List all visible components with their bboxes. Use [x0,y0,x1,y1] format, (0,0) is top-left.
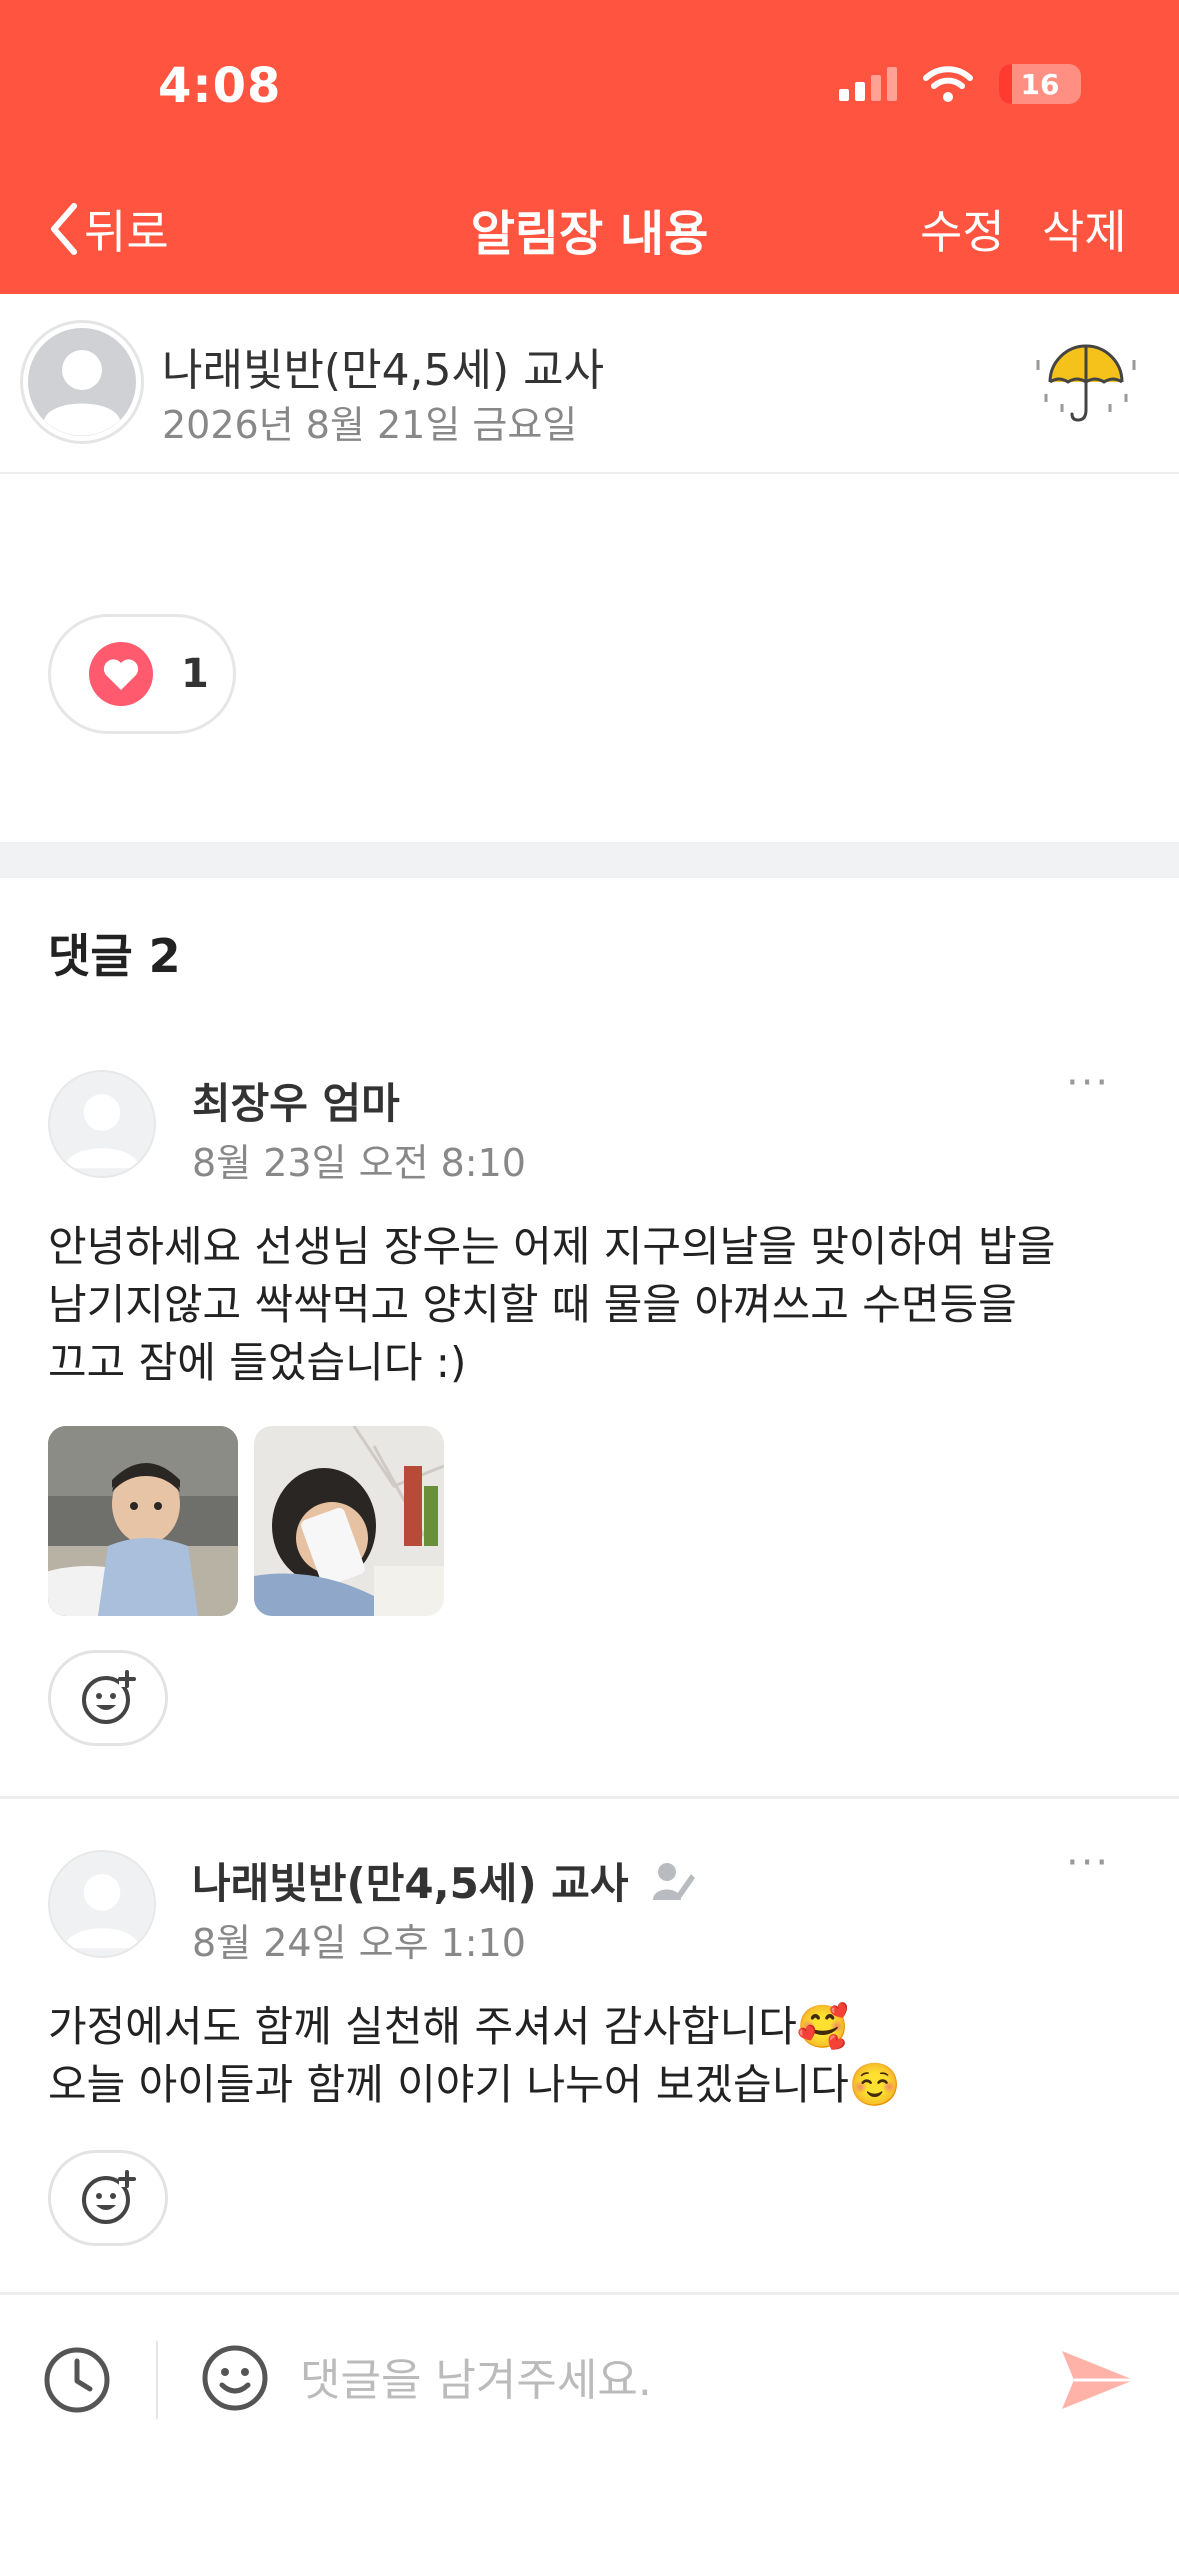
section-divider [0,842,1179,878]
emoji-picker-button[interactable] [200,2343,270,2417]
author-avatar [20,320,144,444]
emoji-add-icon [82,1670,136,1724]
post-date: 2026년 8월 21일 금요일 [162,403,578,447]
umbrella-icon [1036,344,1136,422]
comment-divider [0,1796,1179,1799]
clock-icon [44,2347,110,2413]
comment-item: 최장우 엄마 8월 23일 오전 8:10 ··· 안녕하세요 선생님 장우는 … [0,1060,1179,1790]
emoji-add-icon [82,2170,136,2224]
comment-text-line: 끄고 잠에 들었습니다 :) [48,1338,467,1387]
comment-text-line: 가정에서도 함께 실천해 주셔서 감사합니다🥰 [48,2002,850,2051]
add-reaction-button[interactable] [48,2150,168,2246]
comments-header: 댓글 2 [48,929,181,983]
teacher-badge-icon [652,1862,695,1900]
comment-item: 나래빛반(만4,5세) 교사 8월 24일 오후 1:10 ··· 가정에서도 … [0,1840,1179,2270]
status-icons: 16 [839,64,1081,104]
comment-photo[interactable] [48,1426,238,1616]
status-time: 4:08 [158,58,282,114]
comment-time: 8월 23일 오전 8:10 [192,1141,526,1185]
comment-author-name: 나래빛반(만4,5세) 교사 [192,1859,629,1908]
comment-text: 가정에서도 함께 실천해 주셔서 감사합니다🥰 오늘 아이들과 함께 이야기 나… [48,1998,1148,2114]
commenter-avatar [48,1070,156,1178]
top-bar: 4:08 16 뒤로 알림장 내용 수정 삭제 [0,0,1179,294]
post-author-row: 나래빛반(만4,5세) 교사 2026년 8월 21일 금요일 [0,294,1179,474]
person-icon [28,328,136,436]
person-icon [63,1874,141,1949]
comment-author: 최장우 엄마 [192,1070,400,1131]
person-icon [63,1094,141,1169]
signal-icon [839,67,897,101]
comment-input-bar [0,2292,1179,2556]
comment-text-line: 오늘 아이들과 함께 이야기 나누어 보겠습니다☺️ [48,2060,902,2109]
comment-text: 안녕하세요 선생님 장우는 어제 지구의날을 맞이하여 밥을 남기지않고 싹싹먹… [48,1218,1148,1392]
commenter-avatar [48,1850,156,1958]
comment-author: 나래빛반(만4,5세) 교사 [192,1850,697,1911]
comment-time: 8월 24일 오후 1:10 [192,1921,526,1965]
edit-button[interactable]: 수정 [920,196,1005,262]
comment-input[interactable] [300,2345,1000,2415]
heart-icon [89,642,153,706]
like-button[interactable]: 1 [48,614,236,734]
send-icon [1062,2351,1134,2409]
more-options-button[interactable]: ··· [1066,1060,1110,1106]
comment-photo[interactable] [254,1426,444,1616]
send-button[interactable] [1058,2347,1138,2417]
child-photo-thumbnail [254,1426,444,1616]
delete-button[interactable]: 삭제 [1042,196,1127,262]
smile-icon [202,2345,268,2411]
input-separator [156,2341,158,2419]
add-reaction-button[interactable] [48,1650,168,1746]
comment-text-line: 안녕하세요 선생님 장우는 어제 지구의날을 맞이하여 밥을 [48,1222,1056,1271]
schedule-button[interactable] [42,2345,112,2419]
like-count: 1 [181,651,209,697]
battery-level: 16 [1020,67,1060,101]
child-photo-thumbnail [48,1426,238,1616]
comment-author-name: 최장우 엄마 [192,1079,400,1128]
wifi-icon [923,66,973,102]
post-author-name: 나래빛반(만4,5세) 교사 [162,345,605,396]
comment-text-line: 남기지않고 싹싹먹고 양치할 때 물을 아껴쓰고 수면등을 [48,1280,1017,1329]
battery-indicator: 16 [999,64,1081,104]
more-options-button[interactable]: ··· [1066,1840,1110,1886]
